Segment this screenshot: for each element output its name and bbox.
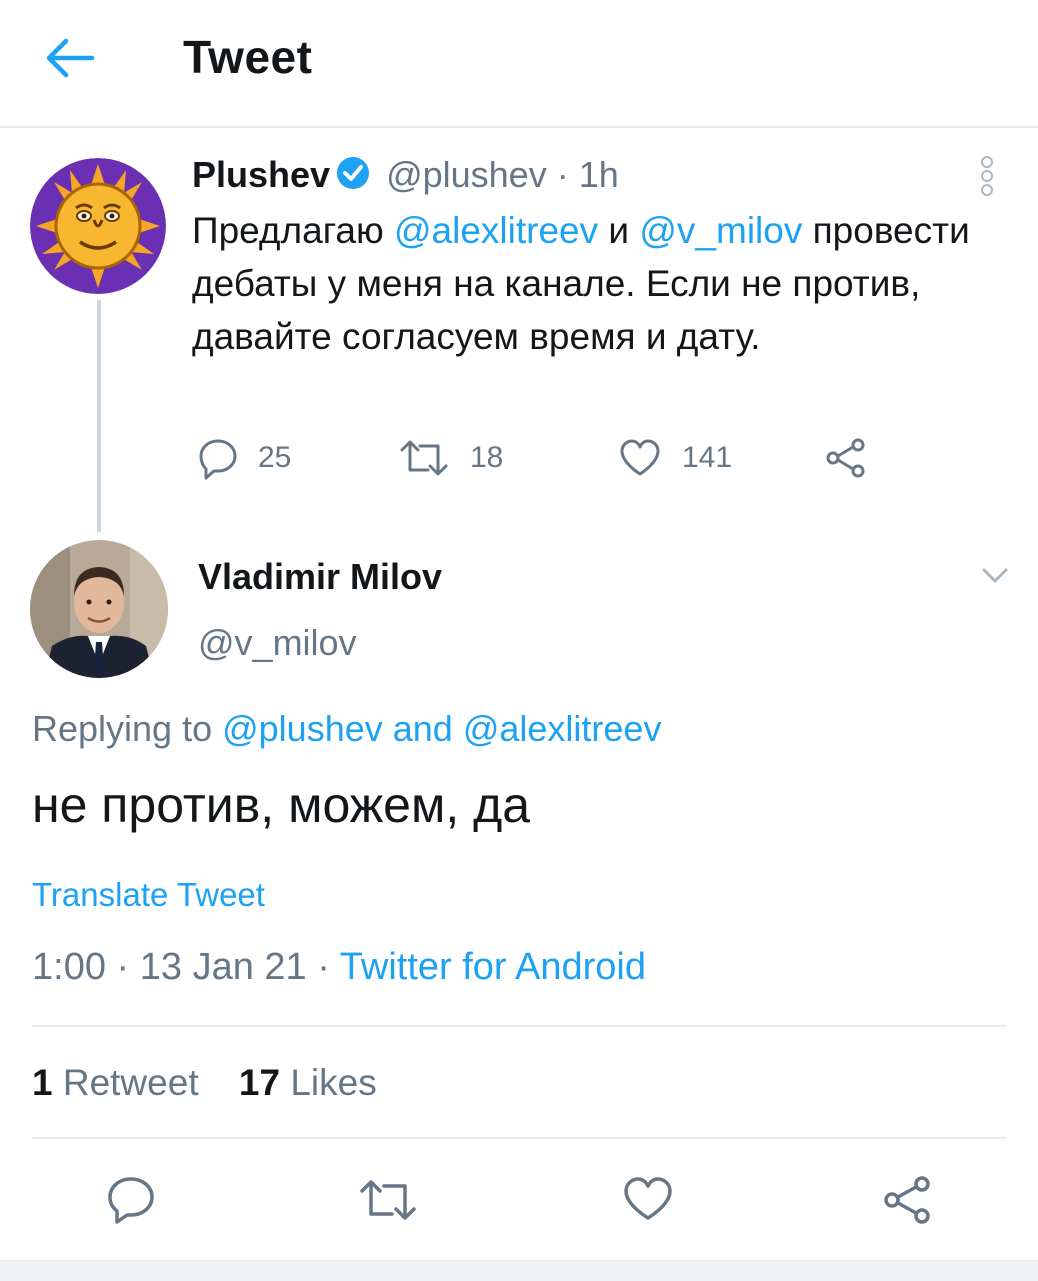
reply-icon bbox=[108, 1177, 154, 1224]
share-button[interactable] bbox=[882, 1174, 934, 1226]
like-button[interactable] bbox=[622, 1174, 674, 1224]
replying-label: Replying to bbox=[32, 708, 223, 749]
separator-dot: · bbox=[105, 946, 140, 988]
retweets-stat[interactable]: 1 Retweet bbox=[32, 1062, 199, 1103]
like-action[interactable]: 141 bbox=[618, 436, 732, 480]
tweet-time[interactable]: 1h bbox=[579, 154, 619, 196]
divider bbox=[32, 1137, 1007, 1139]
retweets-label: Retweet bbox=[62, 1062, 199, 1103]
chevron-down-icon bbox=[982, 568, 1008, 583]
bottom-edge bbox=[0, 1260, 1038, 1281]
share-icon bbox=[826, 438, 865, 478]
top-bar: Tweet bbox=[0, 0, 1038, 128]
more-vertical-icon bbox=[981, 156, 993, 196]
share-icon bbox=[884, 1176, 930, 1224]
retweet-action[interactable]: 18 bbox=[398, 436, 503, 480]
page-title: Tweet bbox=[183, 31, 313, 83]
back-button[interactable] bbox=[40, 34, 96, 82]
mention-link[interactable]: @plushev bbox=[222, 708, 383, 749]
likes-count: 17 bbox=[238, 1062, 281, 1103]
avatar-milov[interactable] bbox=[30, 540, 168, 678]
tweet-text: Предлагаю @alexlitreev и @v_milov провес… bbox=[192, 204, 992, 363]
author-name[interactable]: Plushev bbox=[192, 154, 330, 196]
source-link[interactable]: Twitter for Android bbox=[340, 946, 646, 988]
tweet-header: Plushev @plushev · 1h bbox=[192, 154, 619, 196]
share-action[interactable] bbox=[824, 436, 868, 480]
author-handle[interactable]: @plushev bbox=[386, 154, 547, 196]
tweet-text: не против, можем, да bbox=[32, 777, 531, 833]
like-count: 141 bbox=[682, 441, 733, 474]
replying-and: and bbox=[382, 708, 463, 749]
divider bbox=[32, 1025, 1007, 1027]
mention-link[interactable]: @v_milov bbox=[639, 210, 802, 251]
reply-count: 25 bbox=[258, 441, 292, 474]
heart-icon bbox=[624, 1177, 672, 1220]
avatar-plushev[interactable] bbox=[30, 158, 166, 294]
tweet-date: 13 Jan 21 bbox=[139, 946, 307, 988]
more-options-button[interactable] bbox=[974, 154, 1000, 198]
text-segment: Предлагаю bbox=[192, 210, 394, 251]
arrow-left-icon bbox=[46, 38, 95, 78]
retweet-icon bbox=[400, 440, 448, 476]
retweets-count: 1 bbox=[32, 1062, 53, 1103]
translate-tweet-link[interactable]: Translate Tweet bbox=[32, 876, 265, 914]
mention-link[interactable]: @alexlitreev bbox=[394, 210, 598, 251]
reply-icon bbox=[199, 439, 237, 480]
reply-action[interactable]: 25 bbox=[198, 436, 291, 480]
tweet-time: 1:00 bbox=[32, 946, 106, 988]
likes-stat[interactable]: 17 Likes bbox=[239, 1062, 377, 1103]
author-name[interactable]: Vladimir Milov bbox=[198, 556, 442, 598]
text-segment: и bbox=[598, 210, 640, 251]
separator-dot: · bbox=[556, 154, 569, 195]
thread-connector-line bbox=[97, 300, 101, 532]
engagement-stats: 1 Retweet 17 Likes bbox=[32, 1062, 377, 1104]
retweet-count: 18 bbox=[470, 441, 504, 474]
separator-dot: · bbox=[306, 946, 340, 988]
sun-face-image bbox=[30, 158, 166, 294]
replying-to-line: Replying to @plushev and @alexlitreev bbox=[32, 708, 661, 750]
tweet-metadata: 1:00 · 13 Jan 21 · Twitter for Android bbox=[32, 946, 646, 989]
mention-link[interactable]: @alexlitreev bbox=[463, 708, 662, 749]
verified-badge-icon bbox=[336, 156, 370, 195]
retweet-button[interactable] bbox=[358, 1176, 418, 1224]
heart-icon bbox=[620, 439, 660, 476]
likes-label: Likes bbox=[290, 1062, 377, 1103]
author-handle[interactable]: @v_milov bbox=[198, 622, 357, 664]
retweet-icon bbox=[360, 1180, 416, 1220]
profile-photo bbox=[30, 540, 168, 678]
tweet-menu-button[interactable] bbox=[978, 562, 1012, 590]
reply-button[interactable] bbox=[106, 1174, 156, 1224]
